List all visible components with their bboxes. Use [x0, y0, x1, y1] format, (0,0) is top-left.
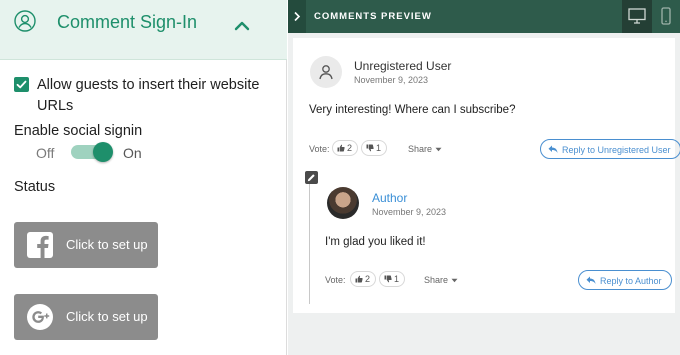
desktop-icon [628, 8, 646, 24]
upvote-button[interactable]: 2 [332, 140, 359, 156]
reply-button[interactable]: Reply to Author [578, 270, 672, 290]
reply-icon [548, 145, 558, 153]
preview-panel: COMMENTS PREVIEW Unregistered User Novem… [288, 0, 680, 355]
upvote-button[interactable]: 2 [350, 271, 377, 287]
share-label: Share [408, 144, 433, 154]
allow-website-checkbox[interactable] [14, 77, 29, 92]
vote-label: Vote: [325, 275, 346, 285]
vote-label: Vote: [309, 144, 330, 154]
chevron-up-icon[interactable] [233, 18, 251, 32]
facebook-setup-button[interactable]: Click to set up [14, 222, 158, 268]
upvote-count: 2 [347, 143, 353, 153]
social-signin-label: Enable social signin [14, 123, 143, 139]
collapse-panel-button[interactable] [288, 0, 306, 33]
mobile-view-button[interactable] [652, 0, 680, 33]
thumbs-up-icon [355, 275, 363, 283]
toggle-off-label: Off [36, 145, 55, 161]
downvote-button[interactable]: 1 [361, 140, 388, 156]
facebook-icon [27, 232, 53, 258]
thumbs-down-icon [384, 275, 392, 283]
share-menu[interactable]: Share [408, 144, 448, 154]
toggle-on-label: On [123, 145, 142, 161]
user-icon [319, 65, 333, 80]
comment-signin-header[interactable]: Comment Sign-In [0, 0, 287, 60]
settings-panel: Comment Sign-In Allow guests to insert t… [0, 0, 287, 355]
thumbs-down-icon [366, 144, 374, 152]
google-button-label: Click to set up [66, 309, 148, 324]
user-circle-icon [14, 10, 36, 32]
preview-heading: COMMENTS PREVIEW [314, 11, 432, 22]
social-signin-toggle[interactable] [71, 142, 113, 162]
reply-label: Reply to Author [600, 276, 662, 286]
comment-text: Very interesting! Where can I subscribe? [309, 104, 516, 116]
reply-label: Reply to Unregistered User [562, 145, 671, 155]
caret-down-icon [451, 278, 458, 283]
status-label: Status [14, 179, 56, 195]
vote-row: Vote: 2 1 Share [325, 271, 458, 287]
avatar [310, 56, 342, 88]
thread-line [309, 178, 310, 304]
downvote-count: 1 [376, 143, 382, 153]
comment-author: Unregistered User [354, 59, 452, 73]
reply-icon [586, 276, 596, 284]
facebook-button-label: Click to set up [66, 237, 148, 252]
preview-topbar: COMMENTS PREVIEW [288, 0, 680, 33]
downvote-count: 1 [394, 274, 400, 284]
section-title: Comment Sign-In [57, 12, 198, 32]
vote-row: Vote: 2 1 Share [309, 140, 442, 156]
google-setup-button[interactable]: Click to set up [14, 294, 158, 340]
google-plus-icon [27, 304, 53, 330]
desktop-view-button[interactable] [622, 0, 652, 33]
share-label: Share [424, 275, 449, 285]
chevron-right-icon [294, 11, 301, 22]
author-avatar [327, 187, 359, 219]
share-menu[interactable]: Share [424, 275, 464, 285]
comment-text: I'm glad you liked it! [325, 236, 426, 248]
allow-website-label: Allow guests to insert their website URL… [37, 77, 260, 114]
toggle-knob[interactable] [93, 142, 113, 162]
comment-author[interactable]: Author [372, 191, 407, 205]
caret-down-icon [435, 147, 442, 152]
mobile-icon [661, 7, 671, 25]
reply-button[interactable]: Reply to Unregistered User [540, 139, 680, 159]
edit-badge [305, 171, 318, 184]
pencil-icon [307, 174, 315, 182]
thumbs-up-icon [337, 144, 345, 152]
upvote-count: 2 [365, 274, 371, 284]
downvote-button[interactable]: 1 [379, 271, 406, 287]
check-icon [16, 80, 27, 89]
comment-date: November 9, 2023 [372, 207, 447, 217]
comment-date: November 9, 2023 [354, 75, 429, 85]
comments-card: Unregistered User November 9, 2023 Very … [293, 38, 680, 313]
